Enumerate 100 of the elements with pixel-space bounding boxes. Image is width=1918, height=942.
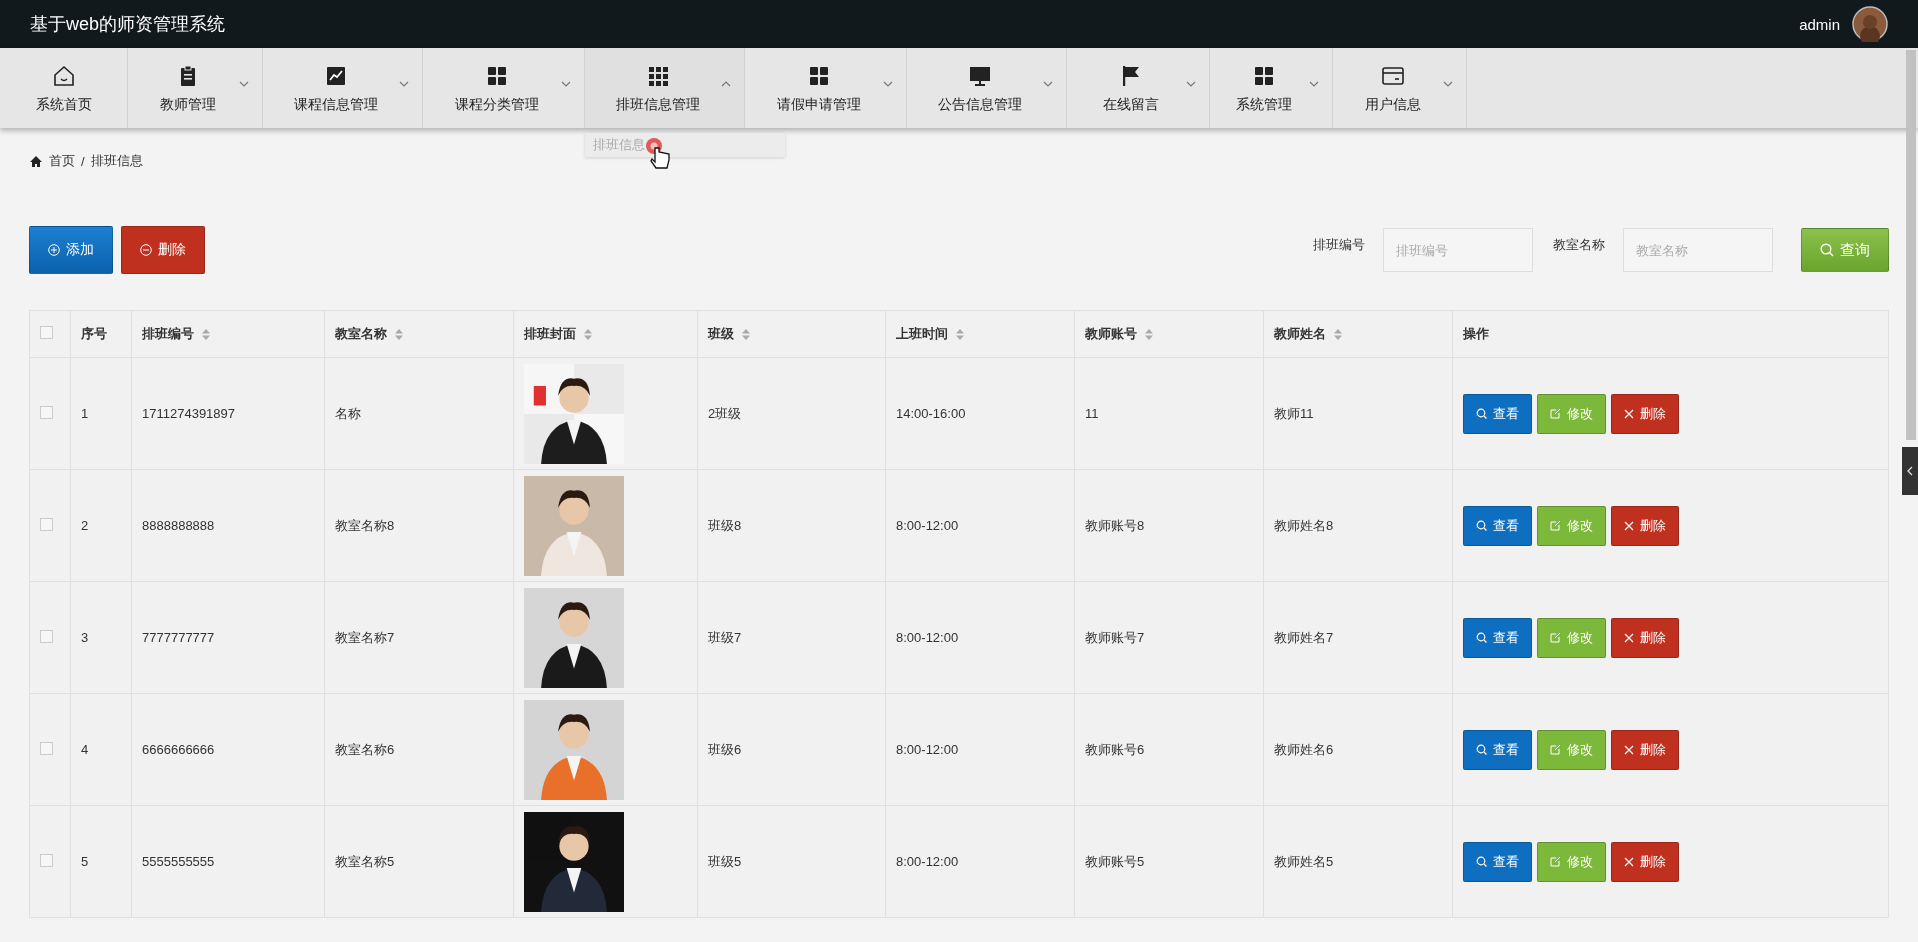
delete-button[interactable]: 删除 <box>1611 729 1679 770</box>
table-cell: 教师账号5 <box>1085 853 1145 869</box>
side-panel-toggle[interactable] <box>1902 447 1918 495</box>
user-name[interactable]: admin <box>1799 15 1840 33</box>
close-icon <box>1624 632 1634 643</box>
close-icon <box>1624 744 1634 755</box>
nav-item[interactable]: 课程分类管理 <box>423 48 585 128</box>
table-cell: 4 <box>81 742 89 757</box>
table-cell: 3 <box>81 630 89 645</box>
grid-icon <box>1252 64 1276 88</box>
close-icon <box>1624 408 1634 419</box>
table-cell: 1711274391897 <box>142 406 236 421</box>
checkbox[interactable] <box>40 741 53 755</box>
nav-item[interactable]: 请假申请管理 <box>745 48 907 128</box>
delete-button[interactable]: 删除 <box>1611 617 1679 658</box>
table-cell: 8888888888 <box>142 518 215 533</box>
home-icon <box>29 154 43 168</box>
nav-item[interactable]: 系统首页 <box>0 48 128 128</box>
delete-button[interactable]: 删除 <box>121 226 205 274</box>
table-cell: 教师姓名5 <box>1274 853 1334 869</box>
column-header: 操作 <box>1463 325 1489 343</box>
monitor-icon <box>967 64 992 88</box>
table-cell: 8:00-12:00 <box>896 854 959 869</box>
checkbox[interactable] <box>40 629 53 643</box>
nav-item[interactable]: 用户信息 <box>1333 48 1467 128</box>
view-button[interactable]: 查看 <box>1463 729 1532 770</box>
table-cell: 教师账号6 <box>1085 741 1145 757</box>
table-cell: 班级8 <box>708 517 742 533</box>
column-header: 序号 <box>81 325 107 343</box>
edit-icon <box>1550 744 1561 755</box>
checkbox[interactable] <box>40 405 53 419</box>
breadcrumb-current: 排班信息 <box>90 152 143 170</box>
table-cell: 7777777777 <box>142 630 215 645</box>
avatar-icon <box>1852 6 1888 42</box>
column-header[interactable]: 上班时间 <box>896 325 948 343</box>
field-label: 教室名称 <box>1553 236 1605 254</box>
view-button[interactable]: 查看 <box>1463 841 1532 882</box>
search-icon <box>1476 408 1487 419</box>
close-icon <box>1624 520 1634 531</box>
table-cell: 教室名称7 <box>335 629 395 645</box>
table-cell: 8:00-12:00 <box>896 742 959 757</box>
table-cell: 6666666666 <box>142 742 215 757</box>
column-header[interactable]: 排班编号 <box>142 325 194 343</box>
search-icon <box>1476 520 1487 531</box>
search-icon <box>1820 243 1834 257</box>
table-cell: 14:00-16:00 <box>896 406 966 421</box>
table-cell: 教师账号8 <box>1085 517 1145 533</box>
checkbox[interactable] <box>40 853 53 867</box>
table-cell: 班级5 <box>708 853 742 869</box>
field-label: 排班编号 <box>1313 236 1365 254</box>
edit-icon <box>1550 856 1561 867</box>
column-header[interactable]: 教师姓名 <box>1274 325 1326 343</box>
nav-item[interactable]: 公告信息管理 <box>907 48 1067 128</box>
plus-icon <box>48 244 60 256</box>
table-cell: 教师账号7 <box>1085 629 1145 645</box>
home-icon <box>51 64 76 88</box>
table-cell: 2 <box>81 518 89 533</box>
delete-button[interactable]: 删除 <box>1611 393 1679 434</box>
nav-item[interactable]: 系统管理 <box>1210 48 1333 128</box>
table-cell: 教师姓名6 <box>1274 741 1334 757</box>
column-header[interactable]: 排班封面 <box>524 325 576 343</box>
search-icon <box>1476 856 1487 867</box>
checkbox[interactable] <box>40 326 53 339</box>
checkbox[interactable] <box>40 517 53 531</box>
view-button[interactable]: 查看 <box>1463 393 1532 434</box>
search-field[interactable]: 排班编号 <box>1383 228 1533 272</box>
edit-icon <box>1550 632 1561 643</box>
column-header[interactable]: 班级 <box>708 325 734 343</box>
scrollbar[interactable] <box>1906 50 1916 440</box>
table-cell: 教室名称5 <box>335 853 395 869</box>
delete-button[interactable]: 删除 <box>1611 505 1679 546</box>
view-button[interactable]: 查看 <box>1463 617 1532 658</box>
view-button[interactable]: 查看 <box>1463 505 1532 546</box>
app-title: 基于web的师资管理系统 <box>30 13 227 36</box>
search-icon <box>1476 744 1487 755</box>
table-cell: 班级7 <box>708 629 742 645</box>
nav-item[interactable]: 在线留言 <box>1067 48 1210 128</box>
nav-item[interactable]: 课程信息管理 <box>263 48 423 128</box>
search-icon <box>1476 632 1487 643</box>
table-cell: 11 <box>1085 406 1099 421</box>
chevron-left-icon <box>1906 466 1914 476</box>
card-icon <box>1380 64 1405 88</box>
table-cell: 教师11 <box>1274 405 1314 421</box>
search-field[interactable]: 教室名称 <box>1623 228 1773 272</box>
table-cell: 教室名称6 <box>335 741 395 757</box>
column-header[interactable]: 教室名称 <box>335 325 387 343</box>
breadcrumb-link[interactable]: 首页 <box>49 152 75 170</box>
table-cell: 5555555555 <box>142 854 215 869</box>
nav-item[interactable]: 排班信息管理 <box>585 48 745 128</box>
table-cell: 班级6 <box>708 741 742 757</box>
table-cell: 2班级 <box>708 405 742 421</box>
delete-button[interactable]: 删除 <box>1611 841 1679 882</box>
column-header[interactable]: 教师账号 <box>1085 325 1137 343</box>
nav-item[interactable]: 教师管理 <box>128 48 263 128</box>
add-button[interactable]: 添加 <box>29 226 113 274</box>
breadcrumb-separator: / <box>81 153 85 169</box>
table-cell: 教师姓名7 <box>1274 629 1334 645</box>
minus-icon <box>140 244 152 256</box>
close-icon <box>1624 856 1634 867</box>
table-cell: 1 <box>81 406 89 421</box>
